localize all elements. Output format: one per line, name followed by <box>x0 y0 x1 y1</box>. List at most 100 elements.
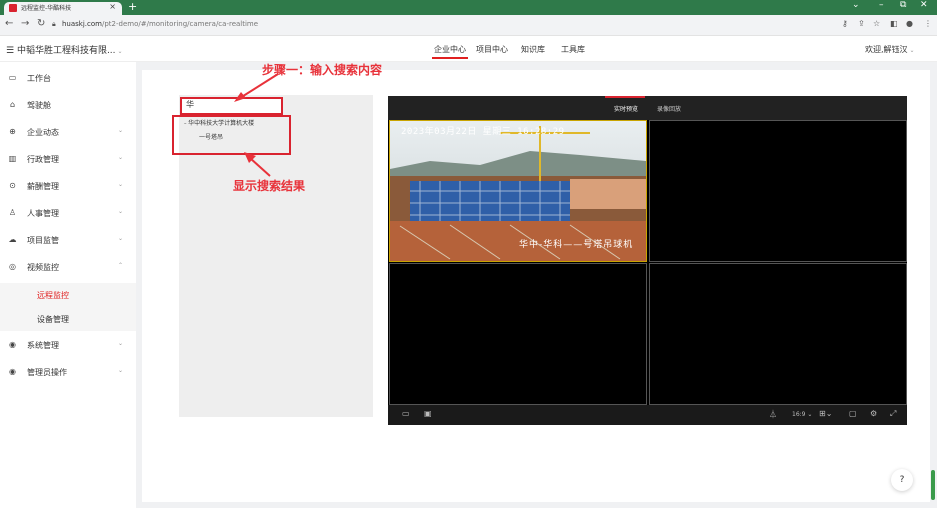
sidepanel-icon[interactable]: ◧ <box>890 19 898 28</box>
sidebar-item-project-supervision[interactable]: ☁ 项目监管 ⌄ <box>0 227 136 254</box>
url-host: huaskj.com <box>62 20 102 28</box>
money-icon: ⊙ <box>9 181 16 190</box>
sidebar-item-label: 人事管理 <box>27 209 59 218</box>
sidebar-item-admin-ops[interactable]: ◉ 管理员操作 ⌄ <box>0 359 136 386</box>
reload-icon[interactable]: ↻ <box>37 18 45 29</box>
tab-list-icon[interactable]: ⌄ <box>852 0 860 10</box>
tree-node-camera[interactable]: 一号塔吊 <box>199 132 223 141</box>
settings-icon: ◉ <box>9 340 16 349</box>
cloud-icon: ☁ <box>8 235 17 244</box>
globe-icon: ⊕ <box>9 127 16 136</box>
aspect-ratio-value: 16:9 <box>792 411 806 418</box>
chart-icon: ▥ <box>8 154 17 163</box>
sidebar-item-system[interactable]: ◉ 系统管理 ⌄ <box>0 332 136 359</box>
sidebar-item-label: 视频监控 <box>27 263 59 272</box>
monitor-icon: ▭ <box>8 73 17 82</box>
key-icon[interactable]: ⚷ <box>842 19 848 28</box>
annotation-arrow-2 <box>244 152 271 177</box>
sidebar-subitem-label: 设备管理 <box>37 315 69 324</box>
nav-project-center[interactable]: 项目中心 <box>476 44 508 55</box>
minimize-button[interactable]: – <box>879 0 884 10</box>
browser-tab[interactable]: 远程监控-华酷科技 × <box>4 2 122 15</box>
url-path: /pt2-demo/#/monitoring/camera/ca-realtim… <box>101 20 259 28</box>
tree-node-label: 一号塔吊 <box>199 134 224 141</box>
nav-enterprise-center[interactable]: 企业中心 <box>434 44 466 55</box>
tab-live-preview[interactable]: 实时预览 <box>614 104 638 113</box>
user-icon: ♙ <box>8 208 17 217</box>
camera-label: 华中-华科——号塔吊球机 <box>519 240 634 250</box>
sidebar-item-label: 薪酬管理 <box>27 182 59 191</box>
chevron-down-icon: ⌄ <box>118 367 124 374</box>
chevron-down-icon: ⌄ <box>118 208 124 215</box>
brand-selector[interactable]: ☰ 中韬华胜工程科技有限... ⌄ <box>6 43 122 56</box>
brand-name: 中韬华胜工程科技有限... <box>16 46 116 56</box>
chevron-down-icon: ⌄ <box>118 181 124 188</box>
chevron-down-icon: ⌄ <box>118 235 124 242</box>
settings-icon[interactable]: ⚙ <box>870 409 877 418</box>
help-button[interactable]: ? <box>891 469 913 491</box>
player-tab-indicator <box>605 96 645 98</box>
chevron-down-icon: ⌄ <box>118 154 124 161</box>
site-favicon-icon <box>9 4 17 12</box>
user-menu[interactable]: 欢迎,解钰汉 ⌄ <box>865 44 914 55</box>
sidebar-item-admin[interactable]: ▥ 行政管理 ⌄ <box>0 146 136 173</box>
profile-icon[interactable]: ● <box>906 19 913 28</box>
sidebar-item-cockpit[interactable]: ⌂ 驾驶舱 <box>0 92 136 119</box>
ptz-icon[interactable]: ⏃ <box>769 409 777 420</box>
chevron-down-icon: ⌄ <box>118 127 124 134</box>
layout-grid-icon[interactable]: ⊞⌄ <box>819 409 832 418</box>
sidebar-item-salary[interactable]: ⊙ 薪酬管理 ⌄ <box>0 173 136 200</box>
annotation-arrow-1 <box>234 73 279 102</box>
tree-node-label: 华中科技大学计算机大楼 <box>188 120 255 127</box>
admin-icon: ◉ <box>9 367 16 376</box>
fullscreen-icon[interactable]: ⤢ <box>890 409 896 419</box>
chevron-down-icon: ⌄ <box>907 47 915 54</box>
sidebar-item-label: 企业动态 <box>27 128 59 137</box>
nav-toolbox[interactable]: 工具库 <box>561 44 585 55</box>
sidebar-item-hr[interactable]: ♙ 人事管理 ⌄ <box>0 200 136 227</box>
url-field[interactable]: huaskj.com/pt2-demo/#/monitoring/camera/… <box>62 20 258 28</box>
chevron-up-icon: ⌃ <box>118 262 124 269</box>
close-tab-icon[interactable]: × <box>109 2 116 11</box>
menu-lines-icon: ☰ <box>6 46 17 56</box>
video-timestamp: 2023年03月22日 星期三 16:28:29 <box>401 127 565 137</box>
back-arrow-icon[interactable]: ← <box>5 18 13 29</box>
sidebar-item-news[interactable]: ⊕ 企业动态 ⌄ <box>0 119 136 146</box>
video-cell-3[interactable] <box>389 263 647 405</box>
nav-active-indicator <box>432 57 468 59</box>
sidebar-item-label: 管理员操作 <box>27 368 67 377</box>
capture-icon[interactable]: ▣ <box>424 409 432 418</box>
sidebar-item-workbench[interactable]: ▭ 工作台 <box>0 65 136 92</box>
scroll-indicator[interactable] <box>931 470 935 500</box>
sidebar-subitem-device-management[interactable]: 设备管理 <box>0 307 136 331</box>
home-icon: ⌂ <box>9 100 16 109</box>
sidebar-subitem-label: 远程监控 <box>37 291 69 300</box>
video-cell-2[interactable] <box>649 120 907 262</box>
forward-arrow-icon[interactable]: → <box>21 18 29 29</box>
close-window-button[interactable]: ✕ <box>920 0 928 10</box>
new-tab-button[interactable]: + <box>128 0 137 13</box>
nav-knowledge-base[interactable]: 知识库 <box>521 44 545 55</box>
browser-tab-bar <box>0 0 937 15</box>
maximize-button[interactable]: ⧉ <box>900 0 906 10</box>
aspect-ratio-select[interactable]: 16:9 ⌄ <box>792 411 812 418</box>
stop-all-icon[interactable]: ▭ <box>402 409 410 418</box>
browser-tab-title: 远程监控-华酷科技 <box>21 5 72 12</box>
menu-icon[interactable]: ⋮ <box>924 19 932 28</box>
tab-playback[interactable]: 录像回放 <box>657 104 681 113</box>
sidebar-item-label: 项目监管 <box>27 236 59 245</box>
video-cell-4[interactable] <box>649 263 907 405</box>
location-icon: ◎ <box>9 262 16 271</box>
share-icon[interactable]: ⇪ <box>858 19 865 28</box>
app-header <box>0 36 937 62</box>
sidebar-subitem-remote-monitoring[interactable]: 远程监控 <box>0 283 136 307</box>
sidebar-item-label: 行政管理 <box>27 155 59 164</box>
player-tab-bar <box>388 96 907 120</box>
tree-node-building[interactable]: – 华中科技大学计算机大楼 <box>184 118 254 127</box>
window-icon[interactable]: ▢ <box>849 409 857 418</box>
lock-icon: 🔒︎ <box>52 20 56 28</box>
sidebar-item-label: 系统管理 <box>27 341 59 350</box>
sidebar-item-video-monitoring[interactable]: ◎ 视频监控 ⌃ <box>0 254 136 281</box>
star-icon[interactable]: ☆ <box>873 19 880 28</box>
sidebar-item-label: 驾驶舱 <box>27 101 51 110</box>
